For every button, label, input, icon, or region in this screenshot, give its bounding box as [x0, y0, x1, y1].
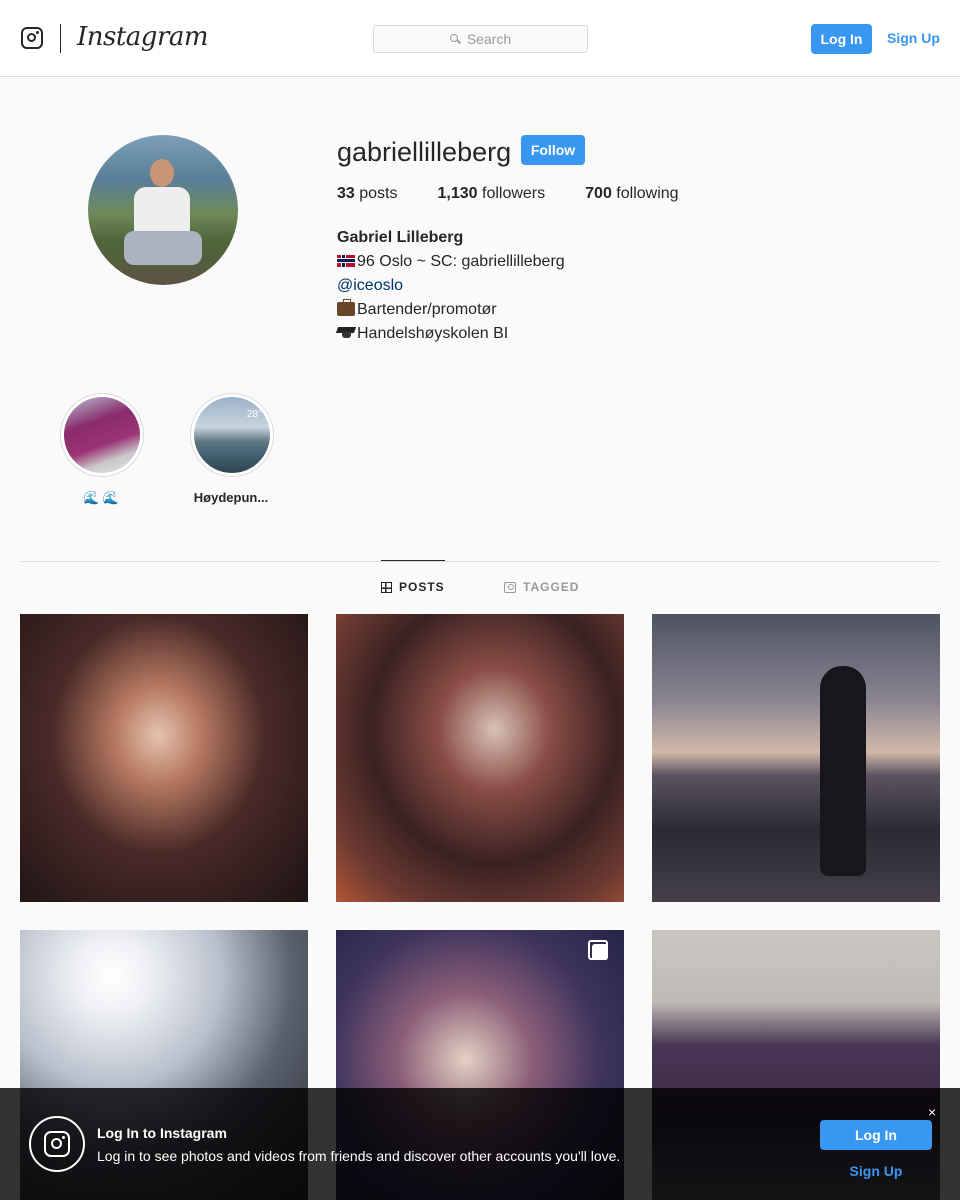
- profile-avatar[interactable]: [88, 135, 238, 285]
- close-icon[interactable]: ×: [928, 1104, 936, 1120]
- norway-flag-icon: [337, 255, 355, 267]
- banner-description: Log in to see photos and videos from fri…: [97, 1148, 621, 1164]
- carousel-multiple-icon: [588, 940, 610, 962]
- follow-button[interactable]: Follow: [521, 135, 585, 165]
- post-thumbnail-2[interactable]: [336, 614, 624, 902]
- bio-mention-link[interactable]: @iceoslo: [337, 277, 403, 294]
- bio-line-job: Bartender/promotør: [337, 298, 565, 322]
- instagram-wordmark-logo[interactable]: Instagram: [77, 22, 209, 52]
- active-tab-indicator: [381, 560, 445, 561]
- following-count[interactable]: 700 following: [585, 185, 678, 203]
- banner-signup-link[interactable]: Sign Up: [820, 1163, 932, 1179]
- grid-icon: [381, 581, 392, 593]
- story-highlight-1-label: 🌊 🌊: [83, 490, 119, 505]
- story-highlight-2[interactable]: 28°: [190, 393, 274, 477]
- top-navigation-bar: Instagram Search Log In Sign Up: [0, 0, 960, 77]
- search-input[interactable]: Search: [373, 25, 588, 53]
- login-button[interactable]: Log In: [811, 24, 872, 54]
- tab-tagged[interactable]: TAGGED: [504, 580, 579, 594]
- post-thumbnail-1[interactable]: [20, 614, 308, 902]
- instagram-logo-icon: [29, 1116, 85, 1172]
- tabs-divider: [20, 561, 940, 562]
- profile-full-name: Gabriel Lilleberg: [337, 229, 464, 246]
- search-icon: [449, 33, 461, 45]
- tagged-icon: [504, 581, 516, 593]
- highlight-overlay-text: 28°: [246, 409, 262, 420]
- story-highlight-2-label: Høydepun...: [193, 490, 269, 505]
- briefcase-icon: [337, 299, 355, 316]
- graduation-cap-icon: [337, 326, 355, 340]
- login-prompt-banner: Log In to Instagram Log in to see photos…: [0, 1088, 960, 1200]
- profile-bio: Gabriel Lilleberg 96 Oslo ~ SC: gabriell…: [337, 226, 565, 346]
- tab-posts[interactable]: POSTS: [381, 580, 445, 594]
- bio-line-school: Handelshøyskolen BI: [337, 322, 565, 346]
- profile-username: gabriellilleberg: [337, 137, 512, 167]
- bio-line-location: 96 Oslo ~ SC: gabriellilleberg: [337, 250, 565, 274]
- header-divider: [60, 24, 61, 53]
- followers-count[interactable]: 1,130 followers: [438, 185, 546, 203]
- search-placeholder: Search: [466, 31, 512, 47]
- story-highlight-1[interactable]: [60, 393, 144, 477]
- profile-stats: 33 posts 1,130 followers 700 following: [337, 185, 719, 203]
- banner-login-button[interactable]: Log In: [820, 1120, 932, 1150]
- posts-count: 33 posts: [337, 185, 398, 202]
- instagram-camera-icon[interactable]: [21, 27, 43, 49]
- banner-title: Log In to Instagram: [97, 1125, 227, 1141]
- signup-link[interactable]: Sign Up: [887, 30, 940, 46]
- post-thumbnail-3[interactable]: [652, 614, 940, 902]
